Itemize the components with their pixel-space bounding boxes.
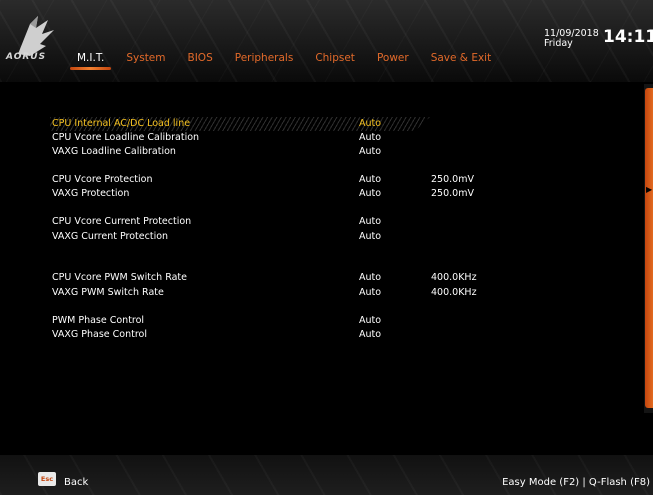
tab-mit[interactable]: M.I.T. xyxy=(66,50,115,72)
setting-extra: 250.0mV xyxy=(431,188,474,199)
setting-value[interactable]: Auto xyxy=(359,173,381,187)
setting-row-cpu-ac-dc-load-line[interactable]: CPU Internal AC/DC Load line Auto xyxy=(52,117,482,131)
setting-value[interactable]: Auto xyxy=(359,131,381,145)
setting-label: CPU Vcore Protection xyxy=(52,174,153,185)
setting-row-cpu-vcore-pwm-switch-rate[interactable]: CPU Vcore PWM Switch Rate Auto 400.0KHz xyxy=(52,271,482,285)
setting-value[interactable]: Auto xyxy=(359,117,381,131)
tab-save-exit[interactable]: Save & Exit xyxy=(420,50,503,72)
scroll-right-arrow-icon[interactable]: ▶ xyxy=(646,185,652,194)
setting-value[interactable]: Auto xyxy=(359,286,381,300)
setting-value[interactable]: Auto xyxy=(359,314,381,328)
back-label[interactable]: Back xyxy=(64,477,88,488)
header-bar: AORUS M.I.T. System BIOS Peripherals Chi… xyxy=(0,0,653,82)
setting-row-cpu-vcore-llc[interactable]: CPU Vcore Loadline Calibration Auto xyxy=(52,131,482,145)
setting-value[interactable]: Auto xyxy=(359,215,381,229)
tab-peripherals[interactable]: Peripherals xyxy=(224,50,305,72)
setting-label: VAXG Current Protection xyxy=(52,231,169,242)
setting-label: PWM Phase Control xyxy=(52,315,145,326)
setting-row-vaxg-phase-control[interactable]: VAXG Phase Control Auto xyxy=(52,328,482,342)
setting-label: CPU Vcore Loadline Calibration xyxy=(52,132,200,143)
tab-chipset[interactable]: Chipset xyxy=(304,50,366,72)
setting-label: CPU Vcore Current Protection xyxy=(52,216,192,227)
scrollbar-thumb[interactable] xyxy=(645,88,653,408)
setting-extra: 400.0KHz xyxy=(431,272,477,283)
setting-value[interactable]: Auto xyxy=(359,328,381,342)
setting-value[interactable]: Auto xyxy=(359,271,381,285)
setting-row-pwm-phase-control[interactable]: PWM Phase Control Auto xyxy=(52,314,482,328)
setting-label: VAXG Loadline Calibration xyxy=(52,146,176,157)
setting-row-cpu-vcore-current-protection[interactable]: CPU Vcore Current Protection Auto xyxy=(52,215,482,229)
setting-extra: 400.0KHz xyxy=(431,287,477,298)
tab-bios[interactable]: BIOS xyxy=(177,50,224,72)
tab-system[interactable]: System xyxy=(115,50,176,72)
main-tabs: M.I.T. System BIOS Peripherals Chipset P… xyxy=(66,50,502,74)
setting-label: VAXG Phase Control xyxy=(52,329,148,340)
date-display: 11/09/2018 Friday xyxy=(544,29,599,49)
setting-label: VAXG Protection xyxy=(52,188,130,199)
brand-logo-text: AORUS xyxy=(6,52,47,62)
setting-row-vaxg-protection[interactable]: VAXG Protection Auto 250.0mV xyxy=(52,187,482,201)
setting-value[interactable]: Auto xyxy=(359,145,381,159)
footer-bar: Esc Back Easy Mode (F2) | Q-Flash (F8) xyxy=(0,455,653,495)
esc-key-icon[interactable]: Esc xyxy=(38,472,56,486)
setting-value[interactable]: Auto xyxy=(359,230,381,244)
tab-power[interactable]: Power xyxy=(366,50,420,72)
setting-value[interactable]: Auto xyxy=(359,187,381,201)
day-text: Friday xyxy=(544,38,573,49)
setting-label: VAXG PWM Switch Rate xyxy=(52,287,164,298)
setting-label: CPU Internal AC/DC Load line xyxy=(52,118,191,129)
setting-row-vaxg-llc[interactable]: VAXG Loadline Calibration Auto xyxy=(52,145,482,159)
footer-shortcuts[interactable]: Easy Mode (F2) | Q-Flash (F8) xyxy=(502,477,650,488)
setting-row-vaxg-current-protection[interactable]: VAXG Current Protection Auto xyxy=(52,230,482,244)
setting-label: CPU Vcore PWM Switch Rate xyxy=(52,272,187,283)
setting-row-cpu-vcore-protection[interactable]: CPU Vcore Protection Auto 250.0mV xyxy=(52,173,482,187)
setting-row-vaxg-pwm-switch-rate[interactable]: VAXG PWM Switch Rate Auto 400.0KHz xyxy=(52,286,482,300)
setting-extra: 250.0mV xyxy=(431,174,474,185)
clock-time: 14:11 xyxy=(603,27,653,47)
settings-panel: CPU Internal AC/DC Load line Auto CPU Vc… xyxy=(0,82,640,455)
